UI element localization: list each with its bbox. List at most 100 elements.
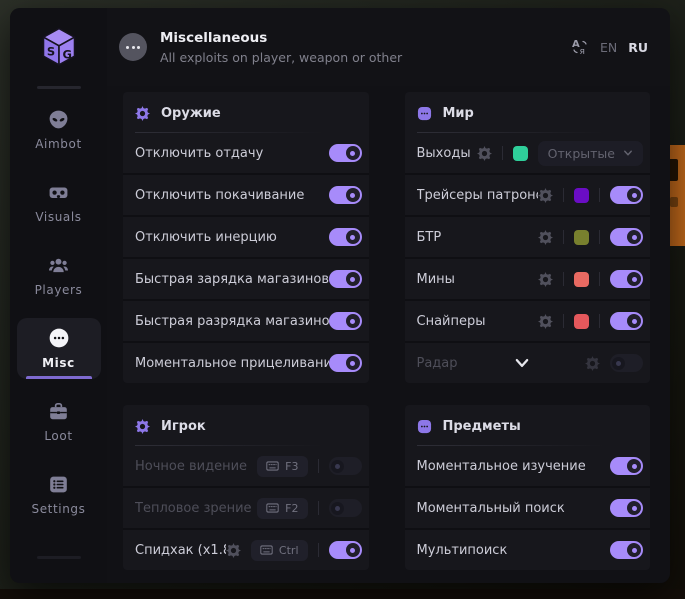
row-label: Отключить отдачу bbox=[135, 146, 263, 161]
toggle-row: Отключить покачивание bbox=[123, 173, 369, 215]
row-label: Мины bbox=[417, 272, 455, 287]
divider bbox=[563, 314, 564, 328]
toggle-switch[interactable] bbox=[329, 354, 362, 372]
toggle-switch[interactable] bbox=[329, 144, 362, 162]
gear-icon[interactable] bbox=[477, 146, 492, 161]
keybind-badge[interactable]: F3 bbox=[257, 456, 307, 477]
section-items: Предметы Моментальное изучение Моменталь… bbox=[405, 405, 651, 570]
color-swatch[interactable] bbox=[574, 272, 589, 287]
sidebar-divider bbox=[37, 86, 81, 89]
section-title: Оружие bbox=[161, 106, 221, 121]
gear-icon[interactable] bbox=[538, 272, 553, 287]
toggle-switch[interactable] bbox=[329, 499, 362, 517]
row-label: Быстрая зарядка магазинов bbox=[135, 272, 329, 287]
toggle-knob bbox=[627, 230, 641, 244]
sidebar-item-settings[interactable]: Settings bbox=[17, 464, 101, 525]
toggle-knob bbox=[612, 357, 625, 370]
sidebar-item-label: Aimbot bbox=[35, 137, 82, 151]
divider bbox=[318, 459, 319, 473]
toggle-switch[interactable] bbox=[329, 270, 362, 288]
toggle-knob bbox=[331, 460, 344, 473]
sidebar-item-misc[interactable]: Misc bbox=[17, 318, 101, 379]
row-label: Моментальное изучение bbox=[417, 459, 586, 474]
color-swatch[interactable] bbox=[574, 314, 589, 329]
keybind-badge[interactable]: Ctrl bbox=[251, 540, 308, 561]
toggle-switch[interactable] bbox=[610, 499, 643, 517]
toggle-knob bbox=[346, 230, 360, 244]
keybind-label: F3 bbox=[285, 460, 298, 473]
logo-letter-s: S bbox=[46, 45, 54, 59]
keybind-badge[interactable]: F2 bbox=[257, 498, 307, 519]
color-swatch[interactable] bbox=[574, 188, 589, 203]
row-label: Быстрая разрядка магазинов bbox=[135, 314, 329, 329]
toggle-row: Моментальное прицеливание bbox=[123, 341, 369, 383]
section-player: Игрок Ночное видение F3 bbox=[123, 405, 369, 570]
toggle-switch[interactable] bbox=[329, 312, 362, 330]
toggle-row: Радар bbox=[405, 341, 651, 383]
section-title: Игрок bbox=[161, 419, 206, 434]
toggle-knob bbox=[331, 502, 344, 515]
color-swatch[interactable] bbox=[574, 230, 589, 245]
section-title: Предметы bbox=[443, 419, 521, 434]
divider bbox=[599, 230, 600, 244]
toggle-switch[interactable] bbox=[329, 186, 362, 204]
toggle-switch[interactable] bbox=[329, 228, 362, 246]
gear-icon[interactable] bbox=[538, 188, 553, 203]
toggle-switch[interactable] bbox=[610, 541, 643, 559]
toggle-switch[interactable] bbox=[610, 228, 643, 246]
app-logo: S G bbox=[36, 24, 82, 70]
sidebar-item-visuals[interactable]: Visuals bbox=[17, 172, 101, 233]
section-header: Оружие bbox=[123, 92, 369, 132]
toggle-row: Отключить инерцию bbox=[123, 215, 369, 257]
divider bbox=[318, 501, 319, 515]
gear-icon[interactable] bbox=[585, 356, 600, 371]
divider bbox=[563, 188, 564, 202]
sidebar-item-players[interactable]: Players bbox=[17, 245, 101, 306]
gear-icon bbox=[135, 419, 150, 434]
vr-goggles-icon bbox=[49, 182, 69, 202]
toggle-switch[interactable] bbox=[329, 457, 362, 475]
sidebar-nav: Aimbot Visuals Players Misc Loot bbox=[10, 99, 107, 525]
background-bottom-strip bbox=[0, 589, 685, 599]
toggle-row: Моментальное изучение bbox=[405, 446, 651, 486]
toggle-knob bbox=[346, 188, 360, 202]
toggle-row: Отключить отдачу bbox=[123, 133, 369, 173]
desktop-background: S G Aimbot Visuals Players bbox=[0, 0, 685, 599]
sidebar-item-aimbot[interactable]: Aimbot bbox=[17, 99, 101, 160]
section-header: Мир bbox=[405, 92, 651, 132]
toggle-row: Быстрая разрядка магазинов bbox=[123, 299, 369, 341]
toggle-switch[interactable] bbox=[610, 354, 643, 372]
gear-icon[interactable] bbox=[538, 230, 553, 245]
sidebar-item-label: Players bbox=[35, 283, 83, 297]
toggle-row: Ночное видение F3 bbox=[123, 446, 369, 486]
section-world: Мир Выходы Открытые bbox=[405, 92, 651, 383]
lang-ru-button[interactable]: RU bbox=[628, 40, 648, 55]
toggle-switch[interactable] bbox=[610, 270, 643, 288]
toggle-switch[interactable] bbox=[610, 457, 643, 475]
lang-en-button[interactable]: EN bbox=[600, 40, 617, 55]
gear-icon[interactable] bbox=[226, 543, 241, 558]
toggle-row: Моментальный поиск bbox=[405, 486, 651, 528]
toggle-knob bbox=[627, 188, 641, 202]
logo-letter-g: G bbox=[62, 48, 71, 62]
color-swatch[interactable] bbox=[513, 146, 528, 161]
dropdown-row: Выходы Открытые bbox=[405, 133, 651, 173]
toggle-row: Тепловое зрение F2 bbox=[123, 486, 369, 528]
divider bbox=[502, 146, 503, 160]
sidebar-item-loot[interactable]: Loot bbox=[17, 391, 101, 452]
exits-dropdown[interactable]: Открытые bbox=[538, 141, 643, 166]
toggle-row: Мины bbox=[405, 257, 651, 299]
gear-icon[interactable] bbox=[538, 314, 553, 329]
chevron-down-icon[interactable] bbox=[514, 355, 530, 371]
toggle-switch[interactable] bbox=[610, 186, 643, 204]
gear-icon bbox=[135, 106, 150, 121]
divider bbox=[563, 230, 564, 244]
toggle-switch[interactable] bbox=[610, 312, 643, 330]
toggle-knob bbox=[627, 501, 641, 515]
section-header: Игрок bbox=[123, 405, 369, 445]
toggle-row: Спидхак (x1.8) Ctrl bbox=[123, 528, 369, 570]
players-icon bbox=[49, 255, 69, 275]
toggle-switch[interactable] bbox=[329, 541, 362, 559]
sidebar-item-label: Loot bbox=[44, 429, 72, 443]
row-label: Трейсеры патронов bbox=[417, 188, 539, 203]
